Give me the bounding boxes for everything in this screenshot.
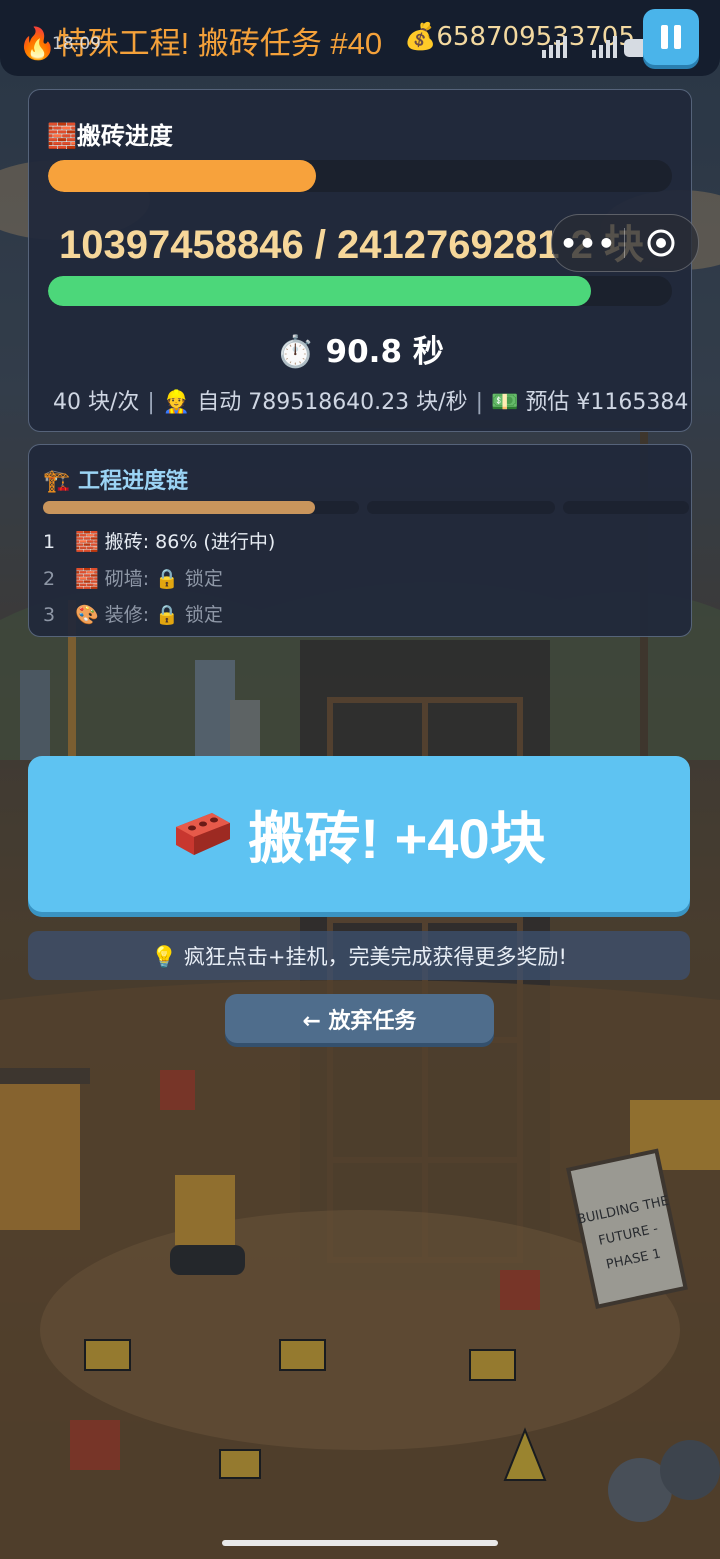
chain-segment-1 [43, 501, 359, 514]
target-close-icon [647, 229, 675, 257]
per-click-rate: 40 块/次 [53, 390, 140, 415]
home-indicator[interactable] [222, 1540, 498, 1546]
stats-line: 40 块/次 | 👷 自动 789518640.23 块/秒 | 💵 预估 ¥11653… [53, 390, 689, 415]
engineering-chain-panel: 🏗️ 工程进度链 1 🧱 搬砖: 86% (进行中) 2 🧱 砌墙: 🔒 锁定 3 🎨… [28, 444, 692, 637]
pause-button[interactable] [643, 9, 699, 65]
chain-heading: 🏗️ 工程进度链 [43, 469, 189, 494]
countdown-timer: ⏱️ 90.8 秒 [276, 334, 444, 370]
status-time: 18:09 [52, 34, 101, 54]
abandon-mission-button[interactable]: ← 放弃任务 [225, 994, 494, 1043]
close-miniprogram-button[interactable] [625, 228, 697, 258]
green-progress-track [48, 276, 672, 306]
more-options-button[interactable]: ••• [552, 227, 624, 260]
orange-progress-fill [48, 160, 317, 192]
progress-heading: 🧱搬砖进度 [47, 122, 173, 150]
pause-icon [661, 25, 668, 49]
estimated-reward: 💵 预估 ¥1165384 [491, 390, 689, 415]
chain-segment-3 [563, 501, 689, 514]
orange-progress-track [48, 160, 672, 192]
green-progress-fill [48, 276, 591, 306]
carry-bricks-button[interactable]: 搬砖! +40块 [28, 756, 690, 912]
auto-rate: 👷 自动 789518640.23 块/秒 [162, 390, 468, 415]
top-bar: 🔥特殊工程! 搬砖任务 #40 18:09 💰658709533705 [0, 0, 720, 76]
carry-bricks-label: 搬砖! +40块 [248, 806, 546, 870]
chain-item-wall: 2 🧱 砌墙: 🔒 锁定 [43, 568, 223, 590]
chain-item-brick: 1 🧱 搬砖: 86% (进行中) [43, 531, 276, 553]
mini-program-capsule: ••• [551, 214, 699, 272]
brick-icon [176, 813, 231, 855]
chain-segment-2 [367, 501, 555, 514]
hint-banner: 💡 疯狂点击+挂机，完美完成获得更多奖励! [28, 931, 690, 980]
chain-segment-1-fill [43, 501, 315, 514]
chain-item-decor: 3 🎨 装修: 🔒 锁定 [43, 604, 223, 626]
